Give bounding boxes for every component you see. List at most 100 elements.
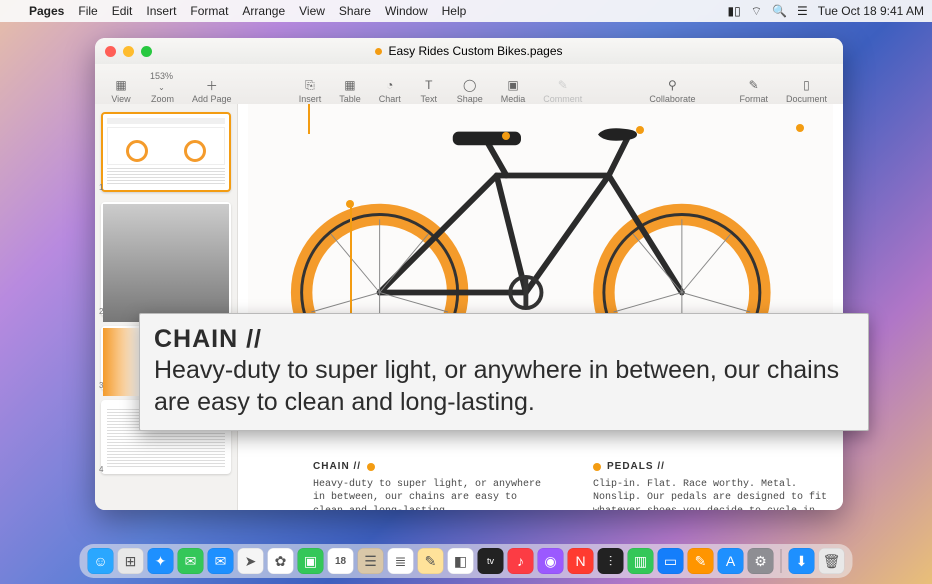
pages-window: Easy Rides Custom Bikes.pages ▦ View 153… bbox=[95, 38, 843, 510]
menu-file[interactable]: File bbox=[71, 4, 104, 18]
dock-downloads-icon[interactable]: ⬇ bbox=[789, 548, 815, 574]
dock-reminders-icon[interactable]: ≣ bbox=[388, 548, 414, 574]
dock-trash-icon[interactable]: 🗑 bbox=[819, 548, 845, 574]
window-title: Easy Rides Custom Bikes.pages bbox=[388, 44, 562, 58]
dock-music-icon[interactable]: ♪ bbox=[508, 548, 534, 574]
dock-photos-icon[interactable]: ✿ bbox=[268, 548, 294, 574]
page-number: 1 bbox=[99, 183, 103, 192]
dock-safari-icon[interactable]: ✦ bbox=[148, 548, 174, 574]
control-center-icon[interactable]: ☰ bbox=[797, 4, 808, 18]
insert-label: Insert bbox=[299, 94, 322, 104]
dock-separator bbox=[781, 549, 782, 573]
dock-settings-icon[interactable]: ⚙ bbox=[748, 548, 774, 574]
text-icon: T bbox=[419, 78, 439, 92]
format-icon: ✎ bbox=[744, 78, 764, 92]
hover-text-title: CHAIN // bbox=[154, 324, 854, 355]
wifi-icon: ⌔ bbox=[751, 4, 762, 19]
callout-dot bbox=[796, 124, 804, 132]
minimize-button[interactable] bbox=[123, 46, 134, 57]
document-text-columns: CHAIN // Heavy-duty to super light, or a… bbox=[313, 460, 833, 510]
chart-button[interactable]: ◔Chart bbox=[373, 78, 407, 104]
page-number: 2 bbox=[99, 307, 103, 316]
menu-share[interactable]: Share bbox=[332, 4, 378, 18]
view-label: View bbox=[111, 94, 130, 104]
menubar: Pages File Edit Insert Format Arrange Vi… bbox=[0, 0, 932, 22]
status-icons: ▮▯ ⌔ 🔍 ☰ Tue Oct 18 9:41 AM bbox=[728, 4, 925, 19]
comment-button: ✎ Comment bbox=[537, 78, 588, 104]
shape-button[interactable]: ◯Shape bbox=[451, 78, 489, 104]
page-number: 4 bbox=[99, 465, 103, 474]
dock-maps-icon[interactable]: ➤ bbox=[238, 548, 264, 574]
dock-calendar-icon[interactable]: 18 bbox=[328, 548, 354, 574]
table-button[interactable]: ▦Table bbox=[333, 78, 367, 104]
document-button[interactable]: ▯ Document bbox=[780, 78, 833, 104]
insert-button[interactable]: ⎘Insert bbox=[293, 78, 328, 104]
dock-news-icon[interactable]: N bbox=[568, 548, 594, 574]
media-label: Media bbox=[501, 94, 526, 104]
document-icon: ▯ bbox=[796, 78, 816, 92]
callout-line bbox=[308, 104, 310, 134]
dock-stocks-icon[interactable]: ⫶ bbox=[598, 548, 624, 574]
menu-help[interactable]: Help bbox=[435, 4, 474, 18]
plus-icon: ＋ bbox=[202, 78, 222, 92]
spotlight-icon[interactable]: 🔍 bbox=[772, 4, 787, 18]
document-label: Document bbox=[786, 94, 827, 104]
text-button[interactable]: TText bbox=[413, 78, 445, 104]
pedals-heading: PEDALS // bbox=[607, 460, 665, 474]
dock-finder-icon[interactable]: ☺ bbox=[88, 548, 114, 574]
hover-text-body: Heavy-duty to super light, or anywhere i… bbox=[154, 355, 854, 418]
dock-notes-icon[interactable]: ✎ bbox=[418, 548, 444, 574]
dock-pages-icon[interactable]: ✎ bbox=[688, 548, 714, 574]
zoom-button[interactable]: 153% ⌄ Zoom bbox=[143, 71, 180, 104]
dock-facetime-icon[interactable]: ▣ bbox=[298, 548, 324, 574]
collaborate-button[interactable]: ⚲Collaborate bbox=[643, 78, 701, 104]
format-label: Format bbox=[739, 94, 768, 104]
callout-dot bbox=[346, 200, 354, 208]
callout-dot-icon bbox=[593, 463, 601, 471]
comment-label: Comment bbox=[543, 94, 582, 104]
collaborate-icon: ⚲ bbox=[662, 78, 682, 92]
menu-format[interactable]: Format bbox=[183, 4, 235, 18]
dock-tv-icon[interactable]: tv bbox=[478, 548, 504, 574]
pedals-body[interactable]: Clip-in. Flat. Race worthy. Metal. Nonsl… bbox=[593, 478, 833, 511]
menu-insert[interactable]: Insert bbox=[139, 4, 183, 18]
dock-numbers-icon[interactable]: ▥ bbox=[628, 548, 654, 574]
titlebar[interactable]: Easy Rides Custom Bikes.pages bbox=[95, 38, 843, 64]
menu-view[interactable]: View bbox=[292, 4, 332, 18]
add-page-button[interactable]: ＋ Add Page bbox=[186, 78, 238, 104]
dock-keynote-icon[interactable]: ▭ bbox=[658, 548, 684, 574]
menu-window[interactable]: Window bbox=[378, 4, 435, 18]
chain-body[interactable]: Heavy-duty to super light, or anywhere i… bbox=[313, 478, 553, 511]
dock-appstore-icon[interactable]: A bbox=[718, 548, 744, 574]
close-button[interactable] bbox=[105, 46, 116, 57]
dock-launchpad-icon[interactable]: ⊞ bbox=[118, 548, 144, 574]
toolbar: ▦ View 153% ⌄ Zoom ＋ Add Page ⎘Insert ▦T… bbox=[95, 64, 843, 109]
menu-arrange[interactable]: Arrange bbox=[235, 4, 292, 18]
page-thumbnails-sidebar[interactable]: 1 2 3 4 bbox=[95, 104, 238, 510]
dock-messages-icon[interactable]: ✉ bbox=[178, 548, 204, 574]
chart-icon: ◔ bbox=[380, 78, 400, 92]
dock-freeform-icon[interactable]: ◧ bbox=[448, 548, 474, 574]
comment-icon: ✎ bbox=[553, 78, 573, 92]
media-button[interactable]: ▣ Media bbox=[495, 78, 532, 104]
page-thumbnail-1[interactable]: 1 bbox=[101, 112, 231, 192]
shape-icon: ◯ bbox=[460, 78, 480, 92]
app-menu[interactable]: Pages bbox=[22, 4, 71, 18]
callout-dot bbox=[636, 126, 644, 134]
menu-edit[interactable]: Edit bbox=[105, 4, 140, 18]
dock: ☺⊞✦✉✉➤✿▣18☰≣✎◧tv♪◉N⫶▥▭✎A⚙⬇🗑 bbox=[80, 544, 853, 578]
page-thumbnail-2[interactable]: 2 bbox=[101, 202, 231, 316]
document-canvas[interactable]: CHAIN // Heavy-duty to super light, or a… bbox=[238, 104, 843, 510]
format-button[interactable]: ✎ Format bbox=[733, 78, 774, 104]
view-icon: ▦ bbox=[111, 78, 131, 92]
pedals-section: PEDALS // Clip-in. Flat. Race worthy. Me… bbox=[593, 460, 833, 510]
view-button[interactable]: ▦ View bbox=[105, 78, 137, 104]
dock-podcasts-icon[interactable]: ◉ bbox=[538, 548, 564, 574]
media-icon: ▣ bbox=[503, 78, 523, 92]
clock[interactable]: Tue Oct 18 9:41 AM bbox=[818, 4, 924, 18]
dock-contacts-icon[interactable]: ☰ bbox=[358, 548, 384, 574]
fullscreen-button[interactable] bbox=[141, 46, 152, 57]
chevron-down-icon: ⌄ bbox=[158, 83, 165, 92]
page-number: 3 bbox=[99, 381, 103, 390]
dock-mail-icon[interactable]: ✉ bbox=[208, 548, 234, 574]
